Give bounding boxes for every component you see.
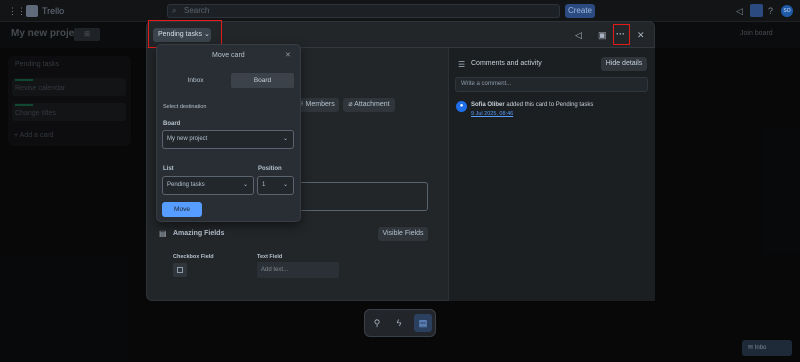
notifications-button[interactable]: [750, 4, 763, 17]
inbox-fab-icon: ✉: [748, 345, 754, 351]
close-icon[interactable]: ✕: [637, 29, 645, 41]
position-select-value: 1: [262, 182, 266, 188]
close-icon[interactable]: ✕: [285, 51, 291, 59]
search-icon: ⌕: [172, 6, 177, 15]
activity-text: added this card to Pending tasks: [506, 102, 594, 108]
list-selector-button[interactable]: Pending tasks ⌄: [153, 28, 211, 42]
checkbox[interactable]: [177, 267, 183, 273]
activity-timestamp[interactable]: 9 Jul 2025, 08:46: [471, 111, 513, 117]
megaphone-icon[interactable]: ◁: [575, 29, 582, 41]
text-field-input[interactable]: Add text...: [257, 262, 339, 278]
board-select-value: My new project: [167, 136, 208, 142]
search-input[interactable]: Search: [167, 4, 560, 18]
lightning-icon[interactable]: ϟ: [391, 315, 407, 331]
trello-logo-icon[interactable]: [26, 5, 38, 17]
app-name[interactable]: Trello: [42, 0, 64, 22]
inbox-fab-label: Inbo: [754, 345, 767, 351]
comments-title: Comments and activity: [471, 60, 542, 67]
megaphone-icon[interactable]: ◁: [736, 0, 743, 22]
position-select[interactable]: 1 ⌄: [257, 176, 294, 195]
cover-image-icon[interactable]: ▣: [598, 29, 607, 41]
avatar[interactable]: SO: [781, 5, 793, 17]
position-label: Position: [258, 166, 282, 172]
comment-input[interactable]: Write a comment...: [455, 77, 648, 92]
activity-entry: Sofia Oliber added this card to Pending …: [471, 102, 593, 108]
activity-user[interactable]: Sofia Oliber: [471, 102, 505, 108]
create-button[interactable]: Create: [565, 4, 595, 18]
visible-fields-button[interactable]: Visible Fields: [378, 227, 428, 241]
board-select[interactable]: My new project ⌄: [162, 130, 294, 149]
chevron-down-icon: ⌄: [282, 182, 288, 188]
comments-icon: ☰: [458, 60, 466, 69]
select-destination-label: Select destination: [163, 104, 207, 110]
move-button[interactable]: Move: [162, 202, 202, 217]
chevron-down-icon: ⌄: [242, 182, 248, 188]
paperclip-icon: ⌀: [348, 101, 353, 108]
list-selector-label: Pending tasks: [158, 31, 202, 38]
app-switcher-icon[interactable]: ⋮⋮: [8, 0, 26, 22]
attachment-button[interactable]: ⌀ Attachment: [343, 98, 395, 112]
more-icon[interactable]: ···: [616, 28, 625, 40]
tab-board[interactable]: Board: [231, 73, 294, 88]
list-select[interactable]: Pending tasks ⌄: [162, 176, 254, 195]
chevron-down-icon: ⌄: [203, 31, 210, 38]
list-select-value: Pending tasks: [167, 182, 205, 188]
board-label: Board: [163, 121, 181, 127]
fields-icon: ▤: [159, 229, 167, 238]
description-input[interactable]: [290, 182, 428, 211]
tab-inbox[interactable]: Inbox: [167, 73, 224, 88]
chevron-down-icon: ⌄: [282, 136, 288, 142]
members-label: Members: [305, 101, 335, 108]
attachment-label: Attachment: [354, 101, 390, 108]
pin-icon[interactable]: ⚲: [369, 315, 385, 331]
popover-title: Move card: [212, 52, 245, 59]
hide-details-button[interactable]: Hide details: [601, 57, 647, 71]
help-icon[interactable]: ?: [768, 0, 773, 22]
user-avatar-icon[interactable]: ●: [456, 101, 467, 112]
list-label: List: [163, 166, 174, 172]
checkbox-field-label: Checkbox Field: [173, 254, 214, 260]
inbox-fab[interactable]: ✉ Inbo: [742, 340, 792, 356]
text-field-label: Text Field: [257, 254, 283, 260]
fields-section-title: Amazing Fields: [173, 230, 225, 237]
board-icon: ▤: [418, 318, 428, 328]
